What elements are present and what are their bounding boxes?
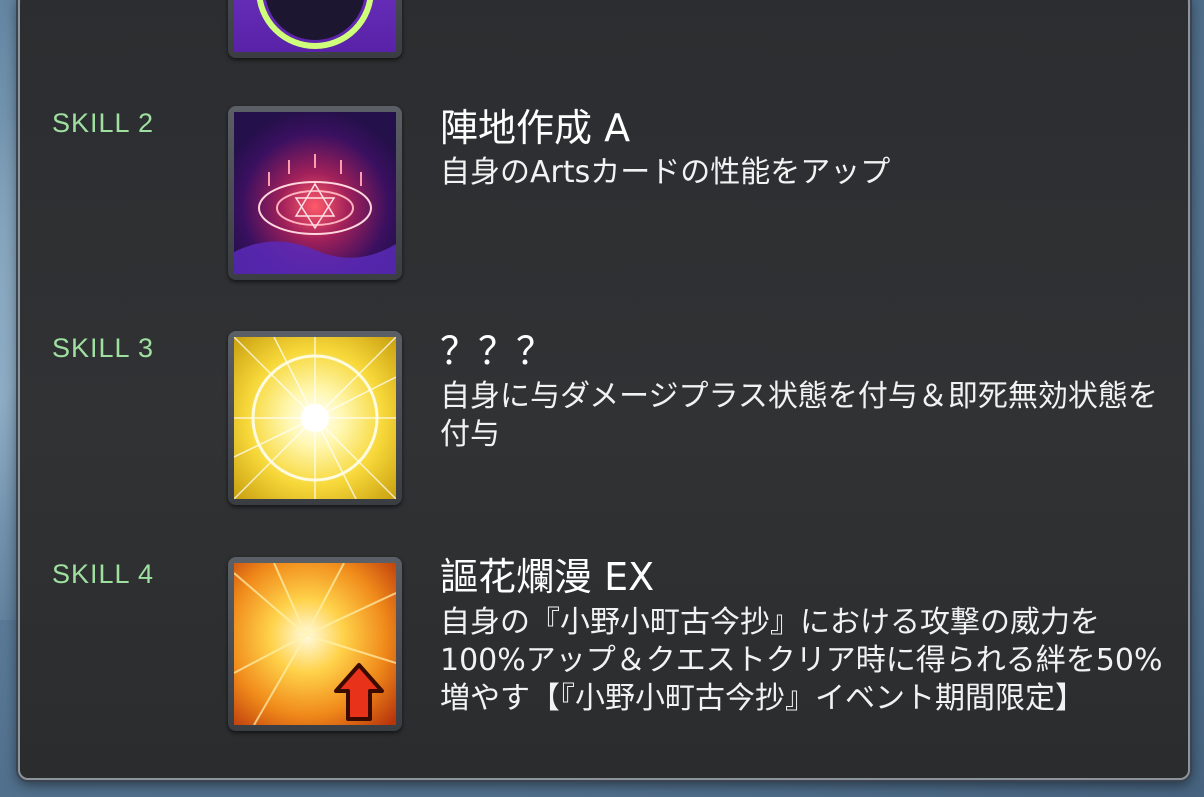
skill-2-icon-button[interactable]	[228, 106, 402, 280]
skill-4-name: 謳花爛漫 EX	[440, 555, 655, 599]
explosion-up-arrow-icon	[234, 563, 396, 725]
skill-3-label: SKILL 3	[52, 333, 155, 363]
skill-list-panel: SKILL 2 陣地作成 A 自身のArtsカードの性能をアップ SKILL 3…	[18, 0, 1190, 780]
skill-3-description: 自身に与ダメージプラス状態を付与＆即死無効状態を付与	[440, 379, 1158, 452]
skill-1-icon	[234, 0, 396, 52]
skill-4-description: 自身の『小野小町古今抄』における攻撃の威力を100%アップ＆クエストクリア時に得…	[440, 605, 1163, 716]
skill-2-description: 自身のArtsカードの性能をアップ	[440, 155, 891, 190]
skill-3-name: ？？？	[440, 329, 555, 373]
skill-1-icon-partial[interactable]	[228, 0, 402, 58]
skill-2-label: SKILL 2	[52, 108, 155, 138]
skill-2-name: 陣地作成 A	[440, 106, 631, 150]
magic-circle-icon	[234, 112, 396, 274]
skill-4-icon-button[interactable]	[228, 557, 402, 731]
skill-4-label: SKILL 4	[52, 559, 155, 589]
skill-3-icon-button[interactable]	[228, 331, 402, 505]
light-burst-icon	[234, 337, 396, 499]
